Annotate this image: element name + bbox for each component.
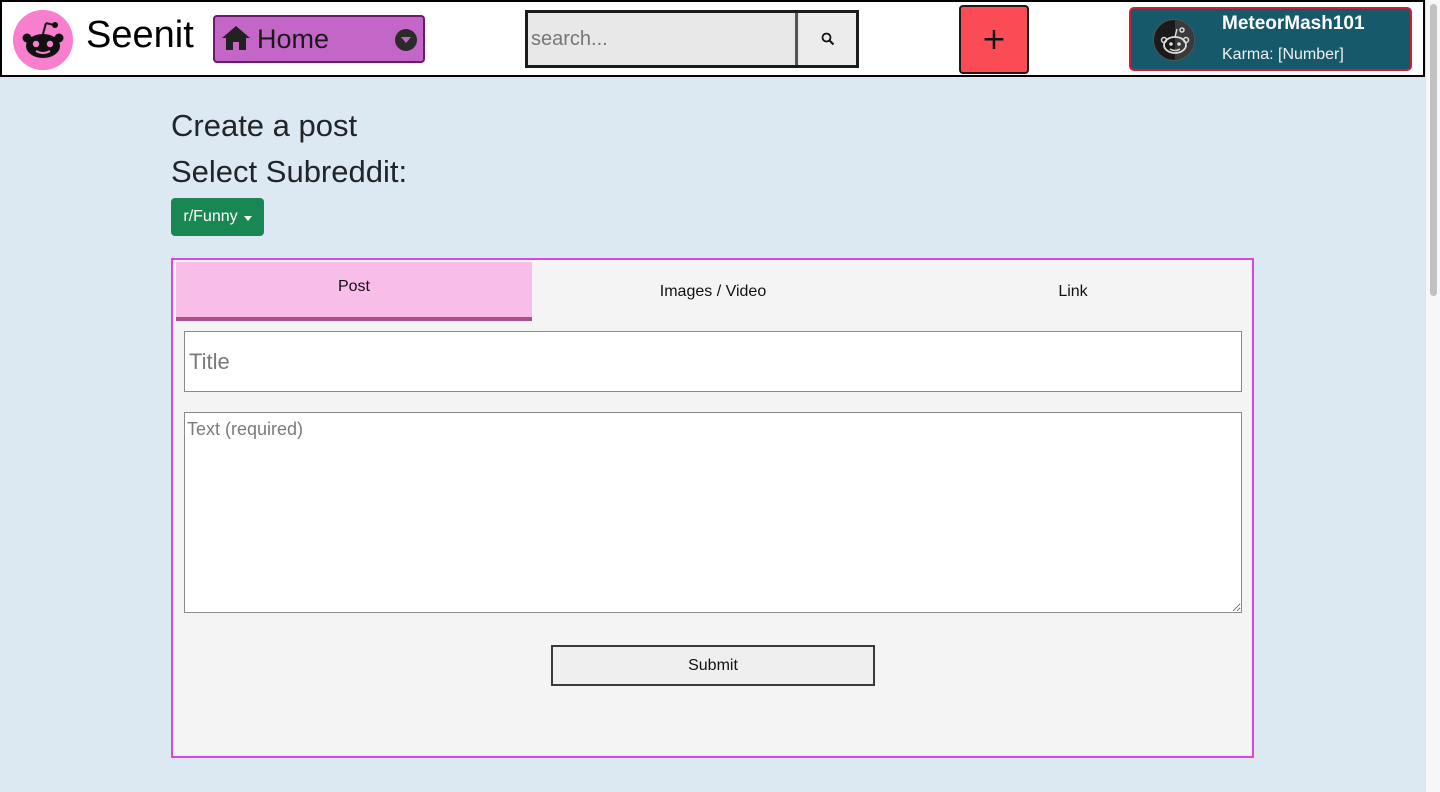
select-subreddit-label: Select Subreddit: <box>171 154 408 189</box>
tab-link[interactable]: Link <box>894 262 1252 321</box>
chevron-down-icon <box>395 29 417 51</box>
create-post-button[interactable]: + <box>959 5 1029 74</box>
submit-button[interactable]: Submit <box>551 645 875 686</box>
reddit-alien-icon[interactable] <box>13 10 73 70</box>
username: MeteorMash101 <box>1222 13 1365 34</box>
scrollbar-thumb[interactable] <box>1430 4 1437 296</box>
user-profile-card[interactable]: MeteorMash101 Karma: [Number] <box>1129 7 1412 71</box>
house-icon <box>221 25 251 56</box>
search-input[interactable] <box>528 13 798 65</box>
search-button[interactable] <box>800 13 856 65</box>
brand-name[interactable]: Seenit <box>86 14 194 57</box>
home-dropdown[interactable]: Home <box>213 15 425 63</box>
search-icon <box>821 32 835 46</box>
page-title: Create a post <box>171 108 358 143</box>
top-navbar: Seenit Home + <box>0 0 1425 77</box>
tab-images-video[interactable]: Images / Video <box>532 262 894 321</box>
post-form-card: Post Images / Video Link Submit <box>171 258 1254 758</box>
user-karma: Karma: [Number] <box>1222 46 1344 63</box>
home-dropdown-label: Home <box>257 24 330 54</box>
reddit-avatar-icon <box>1153 19 1195 61</box>
page-scrollbar[interactable] <box>1425 0 1440 792</box>
chevron-down-icon <box>243 215 252 221</box>
text-body-input[interactable] <box>184 412 1242 613</box>
title-input[interactable] <box>184 331 1242 392</box>
search-bar <box>525 10 859 68</box>
subreddit-dropdown[interactable]: r/Funny <box>171 198 264 236</box>
tab-post[interactable]: Post <box>176 262 532 321</box>
subreddit-dropdown-label: r/Funny <box>183 208 238 225</box>
